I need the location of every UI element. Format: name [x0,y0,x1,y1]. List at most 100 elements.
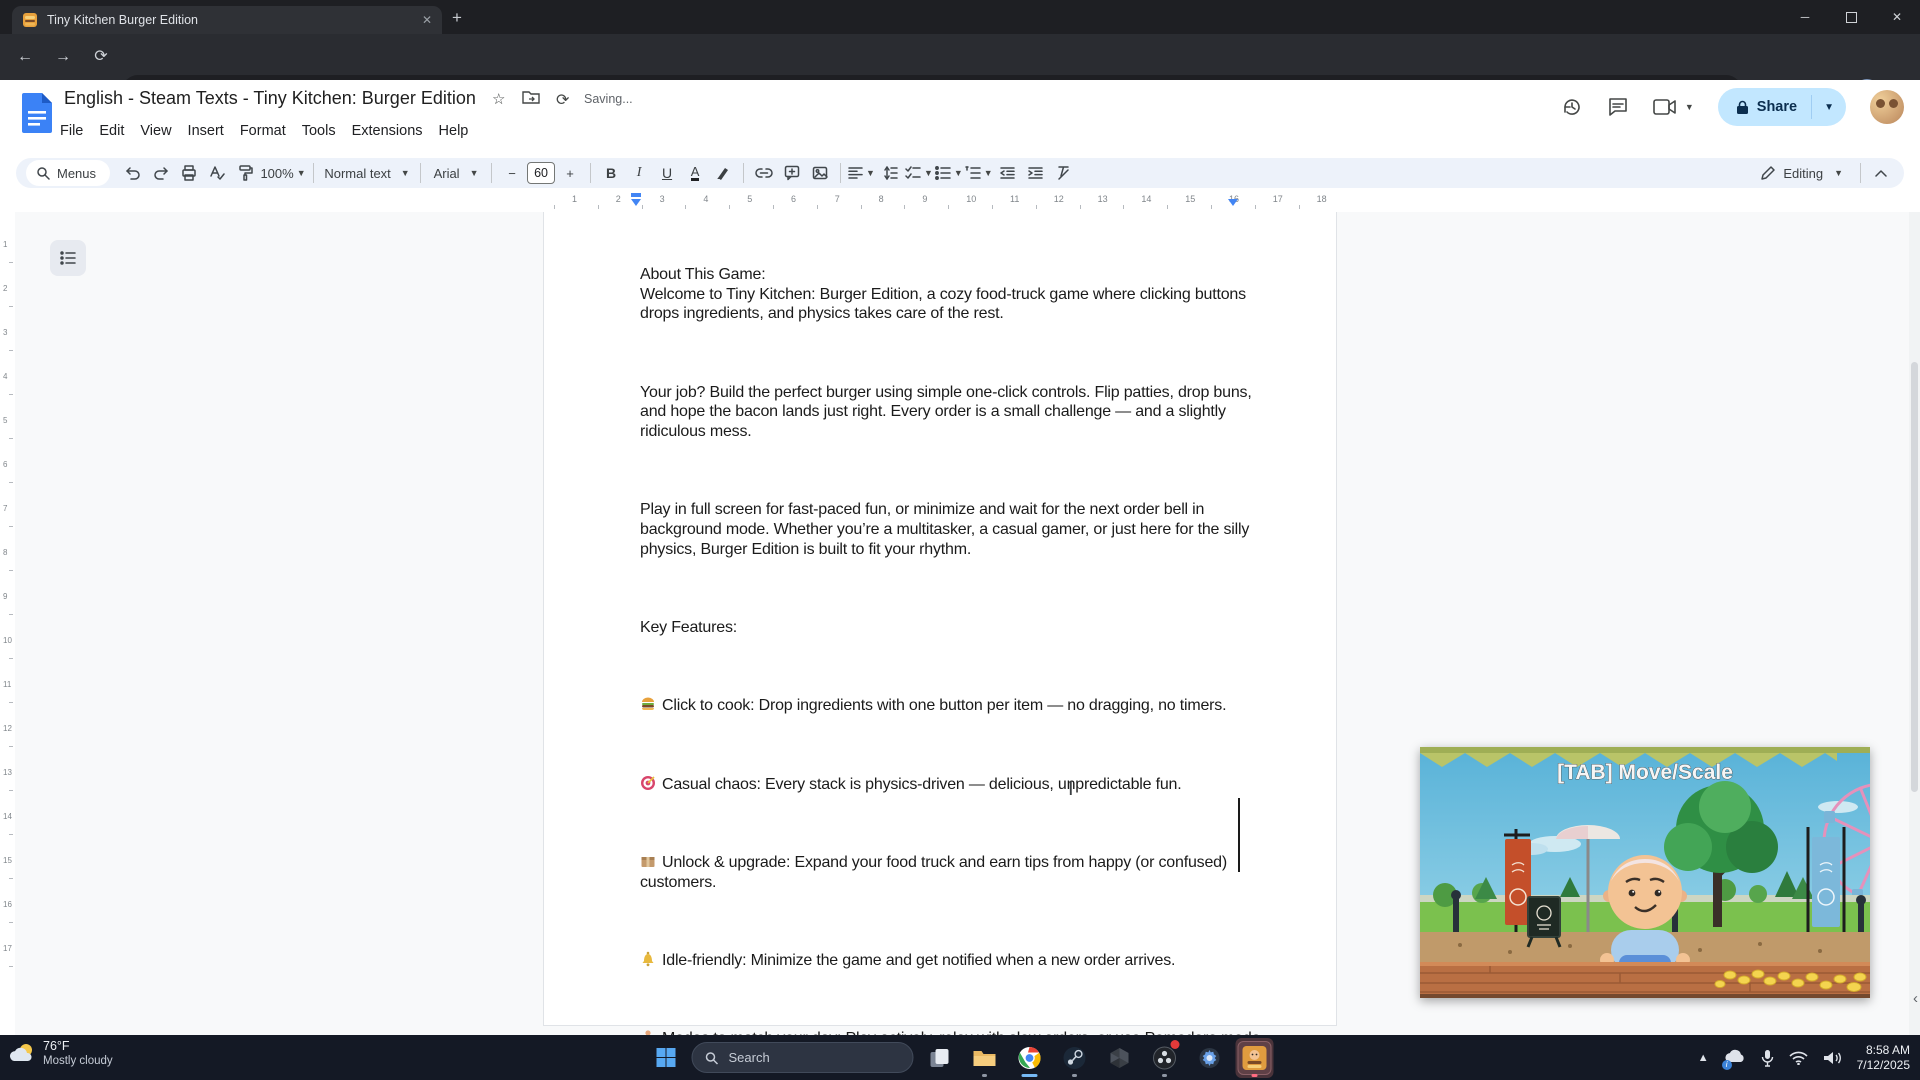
share-dropdown-icon[interactable]: ▼ [1812,102,1846,113]
scrollbar[interactable] [1909,212,1920,1035]
menu-extensions[interactable]: Extensions [344,120,431,142]
document-text[interactable]: About This Game: Welcome to Tiny Kitchen… [640,226,1260,1080]
browser-tab[interactable]: Tiny Kitchen Burger Edition ✕ [12,6,442,34]
features-heading[interactable]: Key Features: [640,618,1260,638]
game-window-button[interactable] [1235,1037,1274,1078]
print-button[interactable] [176,160,202,186]
underline-button[interactable]: U [654,160,680,186]
add-comment-button[interactable] [779,160,805,186]
increase-indent-button[interactable] [1023,160,1049,186]
minimize-button[interactable]: ─ [1782,0,1828,34]
share-button[interactable]: Share ▼ [1717,88,1846,126]
menu-tools[interactable]: Tools [294,120,344,142]
right-indent-marker[interactable] [1228,199,1238,206]
menu-help[interactable]: Help [431,120,477,142]
tray-clock[interactable]: 8:58 AM 7/12/2025 [1857,1043,1910,1073]
italic-button[interactable]: I [626,160,652,186]
game-overlay-window[interactable]: [TAB] Move/Scale [1420,747,1920,998]
move-folder-icon[interactable] [522,90,540,105]
weather-widget[interactable]: 76°F Mostly cloudy [10,1039,113,1068]
document-title[interactable]: English - Steam Texts - Tiny Kitchen: Bu… [64,88,476,109]
left-indent-marker[interactable] [631,199,641,206]
increase-font-button[interactable]: + [557,160,583,186]
feature-item[interactable]: Click to cook: Drop ingredients with one… [640,696,1260,716]
tab-close-icon[interactable]: ✕ [422,14,432,26]
feature-item[interactable]: Casual chaos: Every stack is physics-dri… [640,775,1260,795]
menus-search-button[interactable]: Menus [26,160,111,186]
first-line-indent-marker[interactable] [631,193,641,197]
task-view-button[interactable] [921,1038,959,1078]
close-button[interactable]: ✕ [1874,0,1920,34]
clear-formatting-button[interactable] [1051,160,1077,186]
font-size-input[interactable]: 60 [527,162,556,184]
onedrive-tray-icon[interactable]: i [1721,1047,1746,1070]
menu-insert[interactable]: Insert [180,120,232,142]
comments-icon[interactable] [1607,96,1629,118]
new-tab-button[interactable]: + [452,8,462,28]
volume-tray-icon[interactable] [1823,1050,1842,1066]
meet-dropdown-icon[interactable]: ▼ [1685,102,1694,112]
show-outline-button[interactable] [50,240,86,276]
browser-toolbar: ← → ⟳ docs.google.com/document/d/1het60e… [0,34,1920,107]
dart-emoji-icon [641,775,655,790]
unity-button[interactable] [1101,1038,1139,1078]
start-button[interactable] [647,1038,685,1078]
paragraph[interactable]: About This Game: Welcome to Tiny Kitchen… [640,265,1260,324]
undo-button[interactable] [120,160,146,186]
bulleted-list-button[interactable]: ▼ [934,160,963,186]
docs-toolbar: Menus 100% ▼ Normal text ▼ Arial ▼ − 60 … [16,158,1904,188]
paint-format-button[interactable] [232,160,258,186]
menu-edit[interactable]: Edit [91,120,132,142]
feature-item[interactable]: Idle-friendly: Minimize the game and get… [640,951,1260,971]
star-document-icon[interactable]: ☆ [492,90,505,108]
reload-button[interactable]: ⟳ [90,46,112,68]
font-select[interactable]: Arial ▼ [428,160,484,186]
menu-view[interactable]: View [132,120,179,142]
insert-link-button[interactable] [751,160,777,186]
back-button[interactable]: ← [14,46,36,68]
zoom-select[interactable]: 100% ▼ [260,160,306,186]
paragraph-style-select[interactable]: Normal text ▼ [321,160,413,186]
microphone-tray-icon[interactable] [1761,1049,1774,1067]
forward-button[interactable]: → [52,46,74,68]
vertical-ruler[interactable]: 1 2 3 4 5 6 7 8 9 10 11 12 13 14 15 16 17 [0,212,15,1035]
scrollbar-thumb[interactable] [1911,362,1918,792]
tray-overflow-chevron[interactable]: ▲ [1698,1052,1709,1064]
account-avatar[interactable] [1870,90,1904,124]
decrease-indent-button[interactable] [995,160,1021,186]
text-color-button[interactable]: A [690,165,700,181]
checklist-button[interactable]: ▼ [905,160,933,186]
clock-time: 8:58 AM [1865,1042,1910,1057]
edge-panel-chevron-icon[interactable]: ‹ [1913,990,1918,1007]
bold-button[interactable]: B [598,160,624,186]
version-history-icon[interactable] [1561,96,1583,118]
steam-button[interactable] [1056,1038,1094,1078]
settings-button[interactable] [1191,1038,1229,1078]
mode-select[interactable]: Editing ▼ [1751,166,1853,181]
menu-file[interactable]: File [52,120,91,142]
highlight-button[interactable] [710,160,736,186]
file-explorer-button[interactable] [966,1038,1004,1078]
decrease-font-button[interactable]: − [499,160,525,186]
align-button[interactable]: ▼ [848,160,875,186]
spellcheck-button[interactable] [204,160,230,186]
horizontal-ruler[interactable]: 1 2 3 4 5 6 7 8 9 10 11 12 13 14 15 16 17 18 [0,190,1920,212]
taskbar-search-input[interactable]: Search [691,1042,914,1073]
weather-icon [10,1043,32,1061]
chrome-button[interactable] [1011,1038,1049,1078]
paragraph[interactable]: Your job? Build the perfect burger using… [640,383,1260,442]
document-page[interactable]: About This Game: Welcome to Tiny Kitchen… [543,212,1337,1067]
wifi-tray-icon[interactable] [1789,1051,1808,1065]
redo-button[interactable] [148,160,174,186]
line-spacing-button[interactable] [877,160,903,186]
insert-image-button[interactable] [807,160,833,186]
feature-item[interactable]: Unlock & upgrade: Expand your food truck… [640,853,1260,892]
obs-button[interactable] [1146,1038,1184,1078]
collapse-toolbar-button[interactable] [1868,160,1894,186]
menu-format[interactable]: Format [232,120,294,142]
paragraph[interactable]: Play in full screen for fast-paced fun, … [640,500,1260,559]
meet-video-icon[interactable] [1653,98,1677,116]
docs-logo-icon[interactable] [20,91,54,135]
numbered-list-button[interactable]: ▼ [965,160,993,186]
maximize-button[interactable] [1828,0,1874,34]
